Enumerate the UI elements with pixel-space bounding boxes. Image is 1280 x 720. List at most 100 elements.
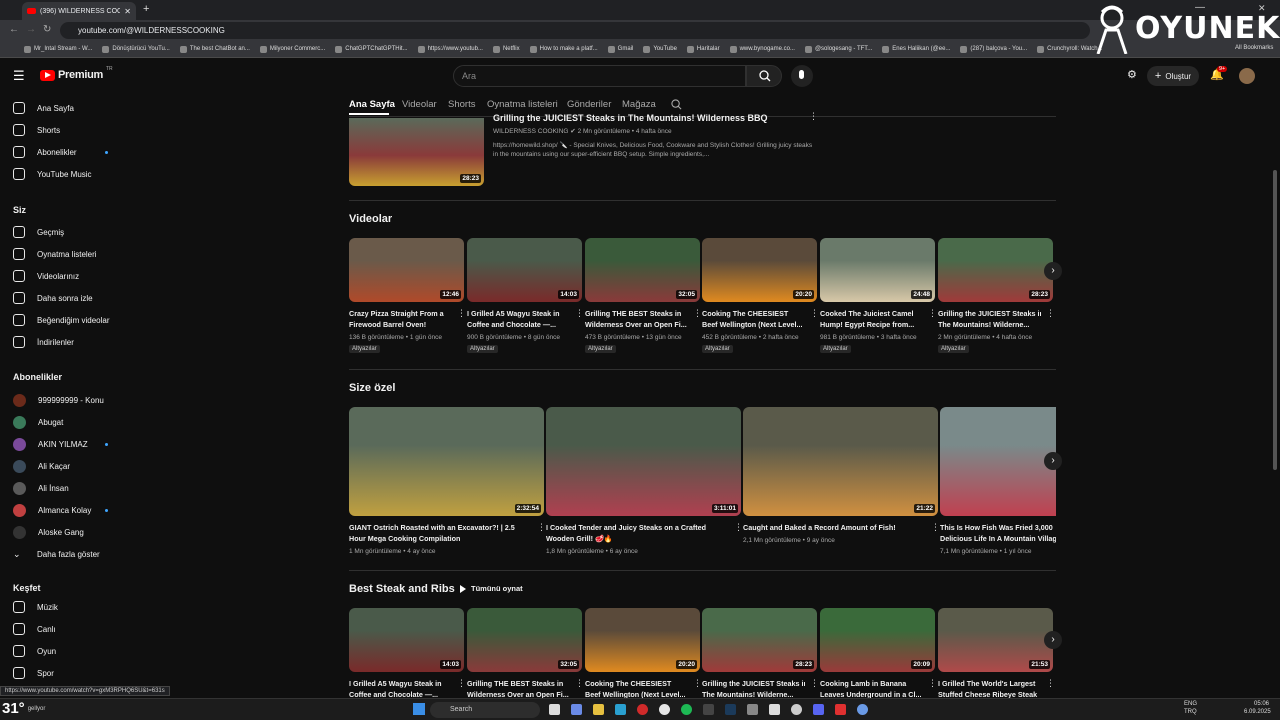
scroll-right-arrow-icon[interactable]: › bbox=[1044, 262, 1062, 280]
video-thumbnail[interactable]: 28:23 bbox=[938, 238, 1053, 302]
video-thumbnail[interactable]: 21:53 bbox=[938, 608, 1053, 672]
bookmark-item[interactable]: The best ChatBot an... bbox=[179, 45, 250, 53]
video-title-line-1[interactable]: Crazy Pizza Straight From a bbox=[349, 308, 452, 319]
video-thumbnail[interactable]: 2:32:54 bbox=[349, 407, 544, 516]
video-title-line-1[interactable]: I Grilled A5 Wagyu Steak in bbox=[467, 308, 570, 319]
video-thumbnail[interactable]: 21:22 bbox=[743, 407, 938, 516]
more-options-icon[interactable]: ⋮ bbox=[457, 308, 466, 319]
file-explorer-icon[interactable] bbox=[593, 704, 604, 715]
bookmark-item[interactable]: Haritalar bbox=[686, 45, 720, 53]
section-title-best-steak[interactable]: Best Steak and Ribs bbox=[349, 583, 455, 595]
forward-icon[interactable]: → bbox=[26, 24, 36, 35]
video-title-line-2[interactable]: Beef Wellington (Next Level... bbox=[702, 319, 805, 330]
reload-icon[interactable]: ↻ bbox=[43, 24, 51, 35]
copilot-icon[interactable] bbox=[571, 704, 582, 715]
sidebar-subscription[interactable]: Almanca Kolay bbox=[13, 503, 91, 517]
video-title-line-2[interactable]: The Mountains! Wilderne... bbox=[938, 319, 1041, 330]
epic-icon[interactable] bbox=[769, 704, 780, 715]
video-thumbnail[interactable]: 20:20 bbox=[585, 608, 700, 672]
video-thumbnail[interactable]: 24:48 bbox=[820, 238, 935, 302]
page-scrollbar[interactable] bbox=[1273, 170, 1277, 470]
more-options-icon[interactable]: ⋮ bbox=[928, 308, 937, 319]
video-title-line-1[interactable]: Grilling THE BEST Steaks in bbox=[585, 308, 688, 319]
more-options-icon[interactable]: ⋮ bbox=[693, 308, 702, 319]
sidebar-subscription[interactable]: Abugat bbox=[13, 415, 63, 429]
sidebar-item[interactable]: Abonelikler bbox=[13, 145, 77, 159]
featured-video-thumbnail[interactable]: 28:23 bbox=[349, 118, 484, 186]
video-title-line-2[interactable]: Wilderness Over an Open Fi... bbox=[585, 319, 688, 330]
sidebar-item[interactable]: YouTube Music bbox=[13, 167, 92, 181]
more-options-icon[interactable]: ⋮ bbox=[809, 111, 818, 122]
edge-icon[interactable] bbox=[615, 704, 626, 715]
video-title-line-1[interactable]: GIANT Ostrich Roasted with an Excavator?… bbox=[349, 522, 532, 533]
bookmark-item[interactable]: Enes Haliikan (@ee... bbox=[882, 45, 950, 53]
video-title-line-2[interactable]: Coffee and Chocolate —... bbox=[467, 319, 570, 330]
bookmark-item[interactable]: Dönüştürücü YouTu... bbox=[102, 45, 170, 53]
task-view-icon[interactable] bbox=[549, 704, 560, 715]
video-title-line-1[interactable]: Cooked The Juiciest Camel bbox=[820, 308, 923, 319]
featured-channel-name[interactable]: WILDERNESS COOKING bbox=[493, 128, 568, 135]
more-options-icon[interactable]: ⋮ bbox=[931, 522, 940, 533]
sidebar-item[interactable]: İndirilenler bbox=[13, 335, 74, 349]
video-thumbnail[interactable]: 14:03 bbox=[349, 608, 464, 672]
video-thumbnail[interactable]: 28:23 bbox=[702, 608, 817, 672]
avatar[interactable] bbox=[1239, 68, 1255, 84]
video-title-line-1[interactable]: Grilling the JUICIEST Steaks in bbox=[938, 308, 1041, 319]
channel-tab[interactable]: Ana Sayfa bbox=[349, 99, 395, 110]
sidebar-subscription[interactable]: 999999999 - Konu bbox=[13, 393, 104, 407]
video-title-line-1[interactable]: Cooking The CHEESIEST bbox=[585, 678, 688, 689]
video-title-line-1[interactable]: Cooking The CHEESIEST bbox=[702, 308, 805, 319]
sidebar-subscription[interactable]: Ali İnsan bbox=[13, 481, 69, 495]
video-title-line-1[interactable]: Grilling the JUICIEST Steaks in bbox=[702, 678, 805, 689]
more-options-icon[interactable]: ⋮ bbox=[537, 522, 546, 533]
channel-search-icon[interactable] bbox=[671, 99, 682, 110]
video-title-line-2[interactable]: Wooden Grill! 🥩🔥 bbox=[546, 533, 729, 544]
sidebar-item[interactable]: Videolarınız bbox=[13, 269, 79, 283]
channel-tab[interactable]: Shorts bbox=[448, 99, 475, 110]
bookmark-item[interactable]: www.bynogame.co... bbox=[729, 45, 795, 53]
sidebar-subscription[interactable]: Aloske Gang bbox=[13, 525, 84, 539]
video-thumbnail[interactable]: 3:11:01 bbox=[546, 407, 741, 516]
more-options-icon[interactable]: ⋮ bbox=[575, 678, 584, 689]
video-title-line-2[interactable]: Firewood Barrel Oven! bbox=[349, 319, 452, 330]
opera-icon[interactable] bbox=[637, 704, 648, 715]
more-options-icon[interactable]: ⋮ bbox=[734, 522, 743, 533]
video-title-line-2[interactable]: Hour Mega Cooking Compilation bbox=[349, 533, 532, 544]
search-button[interactable] bbox=[746, 65, 782, 87]
url-field[interactable]: youtube.com/@WILDERNESSCOOKING bbox=[60, 22, 1090, 39]
video-thumbnail[interactable]: 12:46 bbox=[349, 238, 464, 302]
more-options-icon[interactable]: ⋮ bbox=[1046, 308, 1055, 319]
steam-icon[interactable] bbox=[725, 704, 736, 715]
video-title-line-1[interactable]: Caught and Baked a Record Amount of Fish… bbox=[743, 522, 926, 533]
bookmark-item[interactable]: (287) balçova - You... bbox=[960, 45, 1027, 53]
app-icon[interactable] bbox=[747, 704, 758, 715]
bookmark-item[interactable]: Gmail bbox=[607, 45, 633, 53]
video-title-line-1[interactable]: Grilling THE BEST Steaks in bbox=[467, 678, 570, 689]
section-title-videolar[interactable]: Videolar bbox=[349, 213, 392, 225]
video-title-line-2[interactable]: Delicious Life In A Mountain Villag bbox=[940, 533, 1056, 544]
video-title-line-2[interactable]: Hump! Egypt Recipe from... bbox=[820, 319, 923, 330]
app-red-icon[interactable] bbox=[835, 704, 846, 715]
sidebar-item[interactable]: Spor bbox=[13, 666, 54, 680]
hamburger-menu-icon[interactable]: ☰ bbox=[13, 68, 25, 84]
more-options-icon[interactable]: ⋮ bbox=[693, 678, 702, 689]
more-options-icon[interactable]: ⋮ bbox=[928, 678, 937, 689]
sidebar-item[interactable]: Beğendiğim videolar bbox=[13, 313, 110, 327]
clock-time[interactable]: 05:06 bbox=[1254, 701, 1269, 707]
video-thumbnail[interactable]: 32:05 bbox=[585, 238, 700, 302]
voice-search-button[interactable] bbox=[791, 65, 813, 87]
play-all-button[interactable]: Tümünü oynat bbox=[460, 584, 523, 593]
bookmark-item[interactable]: How to make a platf... bbox=[529, 45, 598, 53]
bookmark-item[interactable]: https://www.youtub... bbox=[417, 45, 483, 53]
bookmark-item[interactable]: ChatGPTChatGPTHit... bbox=[335, 45, 408, 53]
spotify-icon[interactable] bbox=[681, 704, 692, 715]
browser-tab[interactable]: (396) WILDERNESS COOKING ✕ bbox=[22, 2, 136, 20]
taskbar-search[interactable]: Search bbox=[430, 702, 540, 718]
scroll-right-arrow-icon[interactable]: › bbox=[1044, 631, 1062, 649]
sidebar-item[interactable]: Shorts bbox=[13, 123, 60, 137]
sidebar-item[interactable]: Ana Sayfa bbox=[13, 101, 74, 115]
sidebar-item[interactable]: Geçmiş bbox=[13, 225, 64, 239]
channel-tab[interactable]: Mağaza bbox=[622, 99, 656, 110]
video-thumbnail[interactable]: 20:20 bbox=[702, 238, 817, 302]
sidebar-item[interactable]: Oyun bbox=[13, 644, 56, 658]
